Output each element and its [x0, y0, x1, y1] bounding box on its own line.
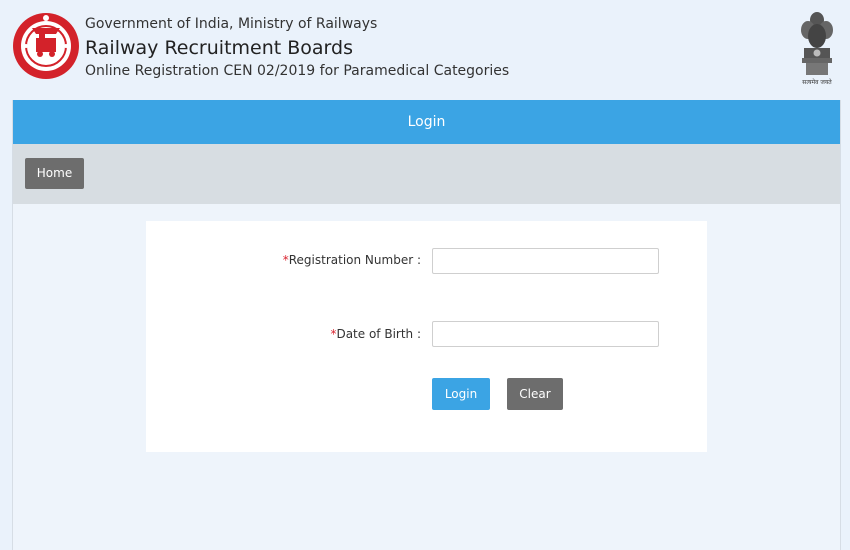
home-button[interactable]: Home: [25, 158, 84, 189]
clear-button[interactable]: Clear: [507, 378, 563, 410]
registration-number-label-text: Registration Number :: [288, 253, 421, 267]
nav-bar: Home: [13, 144, 840, 204]
site-title: Railway Recruitment Boards: [85, 37, 353, 59]
date-of-birth-label: *Date of Birth :: [330, 325, 421, 343]
ashoka-emblem: सत्यमेव जयते: [801, 12, 833, 86]
ministry-line: Government of India, Ministry of Railway…: [85, 16, 378, 32]
site-subtitle: Online Registration CEN 02/2019 for Para…: [85, 63, 510, 79]
registration-number-input[interactable]: [432, 248, 659, 274]
site-header: Government of India, Ministry of Railway…: [0, 0, 850, 100]
indian-railways-logo: [13, 13, 79, 79]
date-of-birth-input[interactable]: [432, 321, 659, 347]
registration-number-label: *Registration Number :: [283, 251, 421, 269]
panel-title: Login: [13, 100, 840, 144]
emblem-caption: सत्यमेव जयते: [802, 78, 832, 86]
date-of-birth-label-text: Date of Birth :: [336, 327, 421, 341]
login-panel: Login Home *Registration Number : *Date …: [12, 100, 841, 550]
login-form: *Registration Number : *Date of Birth : …: [146, 221, 707, 452]
login-button[interactable]: Login: [432, 378, 490, 410]
